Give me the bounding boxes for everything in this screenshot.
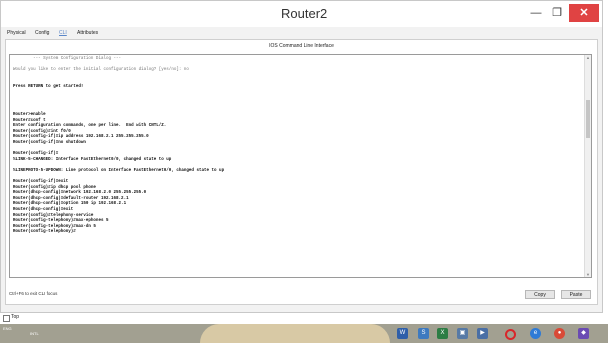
- paste-button[interactable]: Paste: [561, 290, 591, 299]
- scroll-down-icon[interactable]: ▼: [585, 272, 591, 277]
- top-checkbox[interactable]: [3, 315, 10, 322]
- terminal-scrollbar[interactable]: ▲ ▼: [584, 55, 591, 277]
- excel-icon[interactable]: X: [437, 328, 448, 339]
- ime-indicator[interactable]: ENG: [3, 326, 33, 331]
- terminal-lines: --- System Configuration Dialog --- Woul…: [13, 57, 583, 236]
- gallery-icon[interactable]: ▣: [457, 328, 468, 339]
- minimize-button[interactable]: —: [528, 4, 544, 22]
- taskbar: ENG INTL W S X ▣ ▶ e ● ◆: [0, 324, 608, 343]
- router2-window: Router2 — ❐ ✕ Physical Config CLI Attrib…: [0, 0, 603, 313]
- title-bar: Router2 — ❐ ✕: [1, 1, 602, 27]
- window-title: Router2: [281, 6, 328, 21]
- chrome-icon[interactable]: ●: [554, 328, 565, 339]
- scroll-thumb[interactable]: [586, 100, 590, 138]
- cli-focus-hint: Ctrl+F6 to exit CLI focus: [9, 291, 58, 296]
- app-icon[interactable]: ◆: [578, 328, 589, 339]
- skype-icon[interactable]: S: [418, 328, 429, 339]
- opera-icon[interactable]: [505, 329, 516, 340]
- video-icon[interactable]: ▶: [477, 328, 488, 339]
- tab-cli[interactable]: CLI: [59, 28, 67, 38]
- word-icon[interactable]: W: [397, 328, 408, 339]
- top-label: Top: [11, 314, 20, 320]
- terminal-line: Router(config-telephony)#: [13, 230, 76, 235]
- language-indicator[interactable]: INTL: [30, 331, 39, 336]
- cli-panel: IOS Command Line Interface --- System Co…: [5, 39, 598, 305]
- panel-title: IOS Command Line Interface: [269, 43, 334, 49]
- tab-config[interactable]: Config: [35, 28, 49, 38]
- tab-attributes[interactable]: Attributes: [77, 28, 98, 38]
- edge-icon[interactable]: e: [530, 328, 541, 339]
- taskbar-wallpaper: [200, 324, 390, 343]
- scroll-up-icon[interactable]: ▲: [585, 55, 591, 60]
- terminal-output[interactable]: --- System Configuration Dialog --- Woul…: [9, 54, 592, 278]
- maximize-button[interactable]: ❐: [549, 4, 565, 22]
- copy-button[interactable]: Copy: [525, 290, 555, 299]
- tab-physical[interactable]: Physical: [7, 28, 26, 38]
- close-button[interactable]: ✕: [569, 4, 599, 22]
